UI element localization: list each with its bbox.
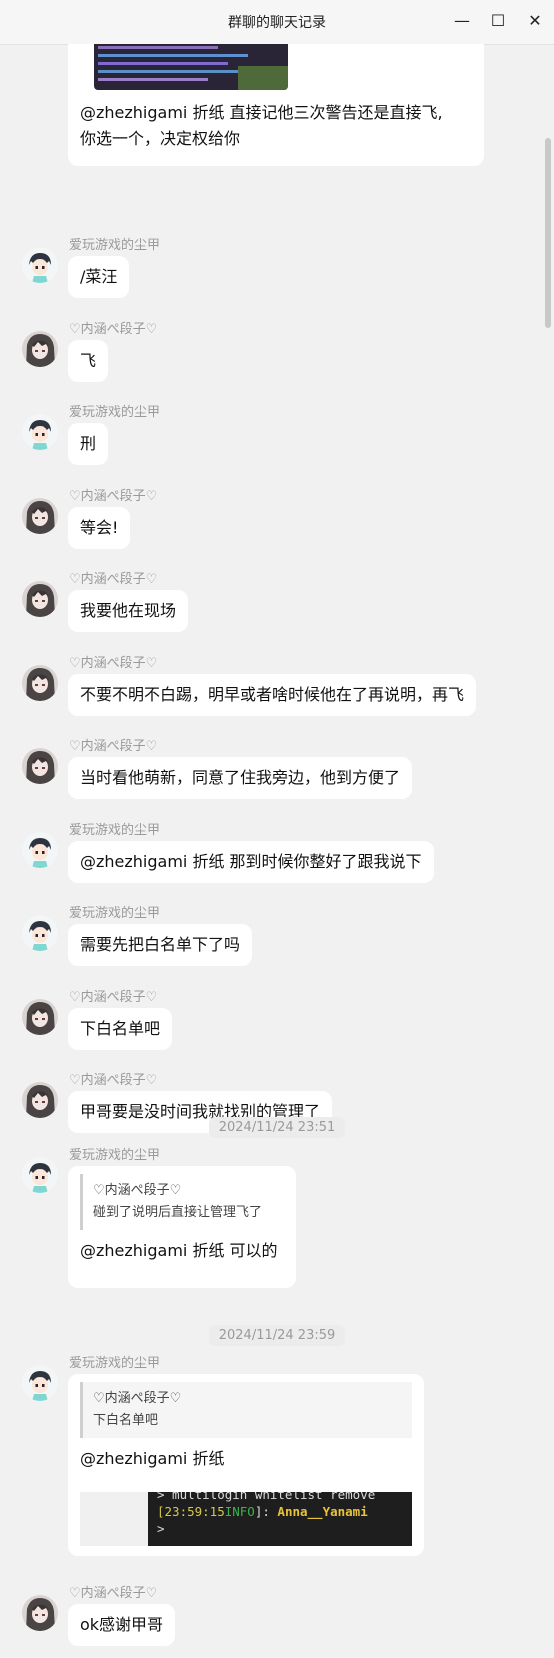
- avatar[interactable]: [22, 581, 58, 617]
- timestamp: 2024/11/24 23:51: [0, 1117, 554, 1138]
- message-bubble[interactable]: /菜汪: [68, 256, 130, 298]
- message-bubble[interactable]: 下白名单吧: [68, 1008, 173, 1050]
- sender-name[interactable]: ♡内涵ぺ段子♡: [69, 1069, 157, 1088]
- chat-history[interactable]: @zhezhigami 折纸 直接记他三次警告还是直接飞, 你选一个，决定权给你…: [0, 44, 554, 1658]
- anime-girl-icon: [22, 665, 58, 701]
- sender-name[interactable]: ♡内涵ぺ段子♡: [69, 318, 157, 337]
- terminal-line: [23:59:15INFO]: Anna__Yanami: [157, 1504, 368, 1519]
- sender-name[interactable]: 爱玩游戏的尘甲: [69, 819, 160, 838]
- quoted-message[interactable]: ♡内涵ぺ段子♡ 碰到了说明后直接让管理飞了: [80, 1174, 284, 1230]
- avatar[interactable]: [22, 1157, 58, 1193]
- message-bubble[interactable]: 飞: [68, 340, 109, 382]
- quote-author: ♡内涵ぺ段子♡: [93, 1391, 182, 1406]
- sender-name[interactable]: 爱玩游戏的尘甲: [69, 902, 160, 921]
- avatar[interactable]: [22, 1595, 58, 1631]
- avatar[interactable]: [22, 832, 58, 868]
- avatar[interactable]: [22, 665, 58, 701]
- scrollbar[interactable]: [545, 138, 551, 328]
- terminal-prompt: >: [157, 1521, 165, 1536]
- sender-name[interactable]: ♡内涵ぺ段子♡: [69, 652, 157, 671]
- message-text: @zhezhigami 折纸 直接记他三次警告还是直接飞,: [80, 103, 443, 122]
- message-bubble[interactable]: ♡内涵ぺ段子♡ 下白名单吧 @zhezhigami 折纸 > multilogi…: [68, 1374, 424, 1556]
- avatar[interactable]: [22, 748, 58, 784]
- sender-name[interactable]: ♡内涵ぺ段子♡: [69, 568, 157, 587]
- message-bubble[interactable]: 不要不明不白踢，明早或者啥时候他在了再说明，再飞: [68, 674, 477, 716]
- message-text: @zhezhigami 折纸 可以的: [80, 1241, 278, 1260]
- sender-name[interactable]: ♡内涵ぺ段子♡: [69, 735, 157, 754]
- message-bubble[interactable]: 刑: [68, 423, 109, 465]
- message-bubble[interactable]: 需要先把白名单下了吗: [68, 924, 253, 966]
- message-bubble[interactable]: ok感谢甲哥: [68, 1604, 176, 1646]
- anime-girl-icon: [22, 1082, 58, 1118]
- message-text: 我要他在现场: [80, 601, 177, 620]
- sender-name[interactable]: ♡内涵ぺ段子♡: [69, 1582, 157, 1601]
- message-text: 飞: [80, 351, 97, 370]
- message-text: @zhezhigami 折纸: [80, 1449, 225, 1468]
- avatar[interactable]: [22, 1365, 58, 1401]
- avatar[interactable]: [22, 414, 58, 450]
- anime-boy-icon: [22, 832, 58, 868]
- message-text: /菜汪: [80, 267, 118, 286]
- maximize-icon[interactable]: ☐: [485, 8, 511, 34]
- quote-author: ♡内涵ぺ段子♡: [93, 1183, 182, 1198]
- avatar[interactable]: [22, 999, 58, 1035]
- close-icon[interactable]: ✕: [522, 8, 548, 34]
- avatar[interactable]: [22, 1082, 58, 1118]
- sender-name[interactable]: 爱玩游戏的尘甲: [69, 1352, 160, 1371]
- message-bubble[interactable]: 等会!: [68, 507, 131, 549]
- sender-name[interactable]: ♡内涵ぺ段子♡: [69, 485, 157, 504]
- avatar[interactable]: [22, 247, 58, 283]
- anime-girl-icon: [22, 498, 58, 534]
- avatar[interactable]: [22, 498, 58, 534]
- quoted-message[interactable]: ♡内涵ぺ段子♡ 下白名单吧: [80, 1382, 412, 1438]
- quote-text: 下白名单吧: [93, 1413, 159, 1428]
- message-text: 等会!: [80, 518, 119, 537]
- screenshot-image[interactable]: [94, 44, 288, 90]
- message-text: @zhezhigami 折纸 那到时候你整好了跟我说下: [80, 852, 422, 871]
- title-bar: 群聊的聊天记录 — ☐ ✕: [0, 0, 554, 45]
- anime-boy-icon: [22, 414, 58, 450]
- message-bubble[interactable]: @zhezhigami 折纸 直接记他三次警告还是直接飞, 你选一个，决定权给你: [68, 44, 484, 166]
- anime-boy-icon: [22, 1157, 58, 1193]
- message-text: 下白名单吧: [80, 1019, 161, 1038]
- message-text: 需要先把白名单下了吗: [80, 935, 241, 954]
- anime-boy-icon: [22, 915, 58, 951]
- message-bubble[interactable]: @zhezhigami 折纸 那到时候你整好了跟我说下: [68, 841, 434, 883]
- anime-girl-icon: [22, 1595, 58, 1631]
- sender-name[interactable]: 爱玩游戏的尘甲: [69, 234, 160, 253]
- message-text: 刑: [80, 434, 97, 453]
- anime-boy-icon: [22, 1365, 58, 1401]
- message-text: 当时看他萌新，同意了住我旁边，他到方便了: [80, 768, 401, 787]
- sender-name[interactable]: 爱玩游戏的尘甲: [69, 1144, 160, 1163]
- timestamp: 2024/11/24 23:59: [0, 1325, 554, 1346]
- anime-girl-icon: [22, 999, 58, 1035]
- anime-girl-icon: [22, 748, 58, 784]
- sender-name[interactable]: 爱玩游戏的尘甲: [69, 401, 160, 420]
- anime-girl-icon: [22, 581, 58, 617]
- minimize-icon[interactable]: —: [449, 8, 475, 34]
- avatar[interactable]: [22, 331, 58, 367]
- sender-name[interactable]: ♡内涵ぺ段子♡: [69, 986, 157, 1005]
- terminal-line: > multilogin whitelist remove: [157, 1492, 376, 1502]
- message-text: ok感谢甲哥: [80, 1615, 164, 1634]
- anime-girl-icon: [22, 331, 58, 367]
- quote-text: 碰到了说明后直接让管理飞了: [93, 1205, 263, 1220]
- message-bubble[interactable]: 当时看他萌新，同意了住我旁边，他到方便了: [68, 757, 413, 799]
- anime-boy-icon: [22, 247, 58, 283]
- terminal-screenshot[interactable]: > multilogin whitelist remove [23:59:15I…: [80, 1492, 412, 1546]
- message-text: 你选一个，决定权给你: [80, 129, 241, 148]
- message-bubble[interactable]: ♡内涵ぺ段子♡ 碰到了说明后直接让管理飞了 @zhezhigami 折纸 可以的: [68, 1166, 296, 1288]
- message-bubble[interactable]: 我要他在现场: [68, 590, 189, 632]
- message-text: 不要不明不白踢，明早或者啥时候他在了再说明，再飞: [80, 685, 465, 704]
- avatar[interactable]: [22, 915, 58, 951]
